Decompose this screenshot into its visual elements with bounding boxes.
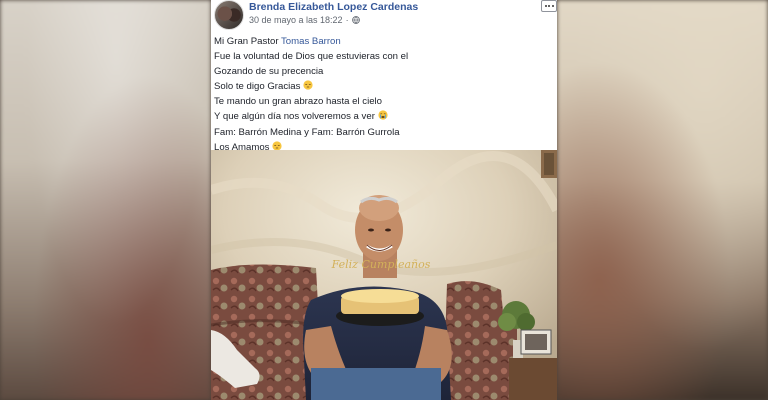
crying-face-emoji-icon xyxy=(377,110,388,121)
post-message: Mi Gran Pastor Tomas Barron Fue la volun… xyxy=(214,34,554,155)
message-line-5: Te mando un gran abrazo hasta el cielo xyxy=(214,96,382,108)
more-options-icon[interactable] xyxy=(541,0,557,12)
avatar[interactable] xyxy=(214,0,244,30)
author-name[interactable]: Brenda Elizabeth Lopez Cardenas xyxy=(249,1,418,13)
message-line-6: Y que algún día nos volveremos a ver xyxy=(214,109,554,124)
facebook-post-card: Brenda Elizabeth Lopez Cardenas 30 de ma… xyxy=(211,0,557,400)
mention-link[interactable]: Tomas Barron xyxy=(281,36,341,47)
message-line-3: Gozando de su precencia xyxy=(214,66,324,78)
message-line-4: Solo te digo Gracias xyxy=(214,79,554,94)
cake-topper-text: Feliz Cumpleaños xyxy=(331,258,431,271)
post-timestamp[interactable]: 30 de mayo a las 18:22 xyxy=(249,15,343,25)
birthday-photo-image: Feliz Cumpleaños xyxy=(211,150,557,400)
blurred-backdrop-left xyxy=(0,0,211,400)
post-meta: 30 de mayo a las 18:22 · xyxy=(249,15,360,25)
message-line-7: Fam: Barrón Medina y Fam: Barrón Gurrola xyxy=(214,126,400,138)
post-photo[interactable]: Feliz Cumpleaños xyxy=(211,150,557,400)
pensive-face-emoji-icon xyxy=(303,80,313,90)
message-line-1: Mi Gran Pastor Tomas Barron xyxy=(214,36,341,47)
separator: · xyxy=(345,15,349,25)
post-header: Brenda Elizabeth Lopez Cardenas 30 de ma… xyxy=(211,0,557,30)
blurred-backdrop-right xyxy=(557,0,768,400)
globe-icon xyxy=(351,16,360,24)
message-line-2: Fue la voluntad de Dios que estuvieras c… xyxy=(214,51,409,63)
